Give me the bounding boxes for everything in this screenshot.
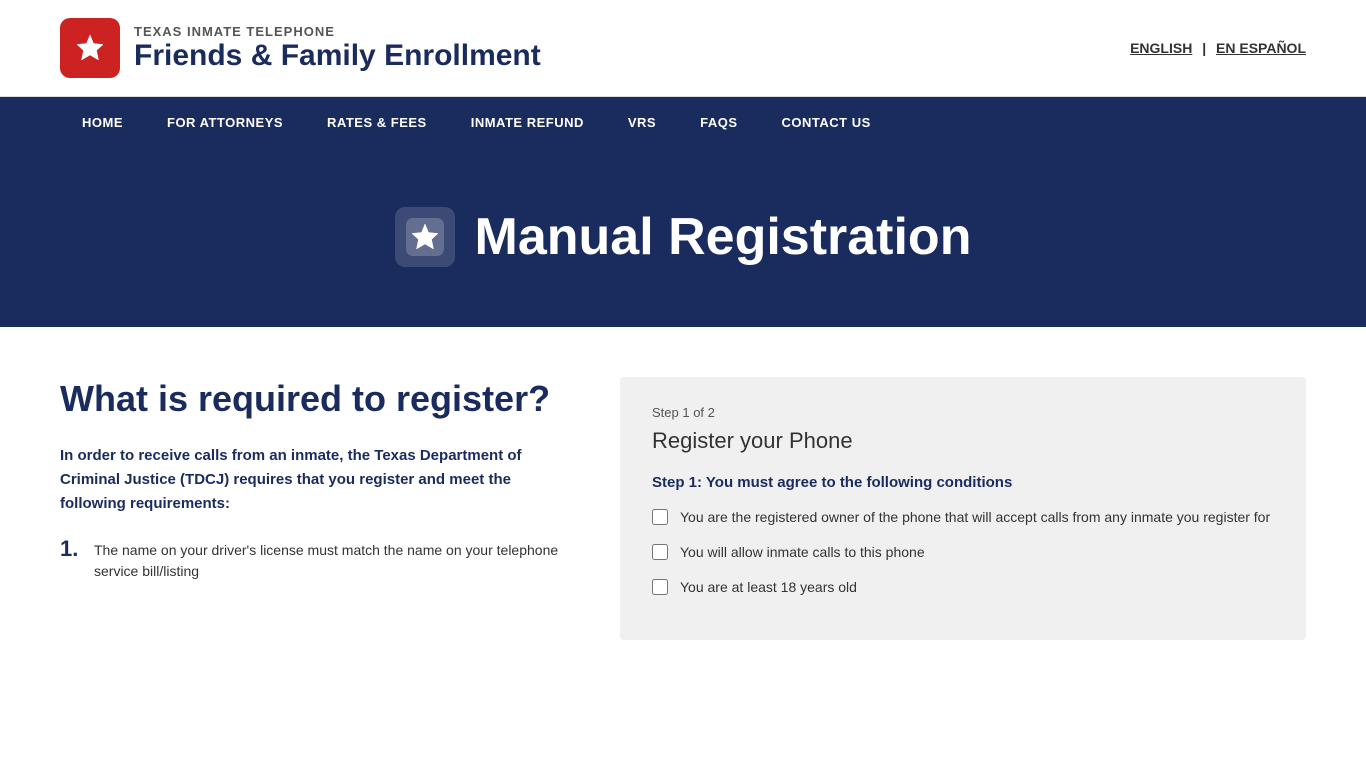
condition-1-text: You are the registered owner of the phon… [680, 507, 1270, 528]
hero-banner: Manual Registration [0, 147, 1366, 327]
condition-3-text: You are at least 18 years old [680, 577, 857, 598]
step-indicator: Step 1 of 2 [652, 405, 1274, 420]
form-section-title: Register your Phone [652, 428, 1274, 454]
hero-star-icon [395, 207, 455, 267]
main-content: What is required to register? In order t… [0, 327, 1366, 690]
logo-area: TEXAS INMATE TELEPHONE Friends & Family … [60, 18, 541, 78]
left-section: What is required to register? In order t… [60, 377, 580, 590]
step-label: Step 1: You must agree to the following … [652, 474, 1274, 491]
condition-3-checkbox[interactable] [652, 579, 668, 595]
lang-separator: | [1202, 40, 1206, 56]
nav-rates-fees[interactable]: RATES & FEES [305, 97, 449, 147]
main-nav: HOME FOR ATTORNEYS RATES & FEES INMATE R… [0, 97, 1366, 147]
nav-home[interactable]: HOME [60, 97, 145, 147]
condition-1: You are the registered owner of the phon… [652, 507, 1274, 528]
hero-title: Manual Registration [475, 207, 972, 267]
condition-3: You are at least 18 years old [652, 577, 1274, 598]
condition-2: You will allow inmate calls to this phon… [652, 542, 1274, 563]
nav-contact-us[interactable]: CONTACT US [760, 97, 893, 147]
requirement-1: 1. The name on your driver's license mus… [60, 536, 580, 582]
condition-1-checkbox[interactable] [652, 509, 668, 525]
page-header: TEXAS INMATE TELEPHONE Friends & Family … [0, 0, 1366, 97]
nav-inmate-refund[interactable]: INMATE REFUND [449, 97, 606, 147]
spanish-link[interactable]: EN ESPAÑOL [1216, 40, 1306, 56]
logo-subtitle: TEXAS INMATE TELEPHONE [134, 24, 541, 39]
nav-for-attorneys[interactable]: FOR ATTORNEYS [145, 97, 305, 147]
nav-faqs[interactable]: FAQS [678, 97, 759, 147]
english-link[interactable]: ENGLISH [1130, 40, 1192, 56]
condition-2-text: You will allow inmate calls to this phon… [680, 542, 925, 563]
requirements-heading: What is required to register? [60, 377, 580, 420]
hero-content: Manual Registration [395, 207, 972, 267]
logo-title: Friends & Family Enrollment [134, 39, 541, 73]
logo-icon [60, 18, 120, 78]
language-switcher: ENGLISH | EN ESPAÑOL [1130, 40, 1306, 56]
req-text-1: The name on your driver's license must m… [94, 536, 580, 582]
condition-2-checkbox[interactable] [652, 544, 668, 560]
req-number-1: 1. [60, 536, 84, 562]
logo-text: TEXAS INMATE TELEPHONE Friends & Family … [134, 24, 541, 73]
intro-text: In order to receive calls from an inmate… [60, 444, 580, 516]
registration-form: Step 1 of 2 Register your Phone Step 1: … [620, 377, 1306, 640]
nav-vrs[interactable]: VRS [606, 97, 678, 147]
